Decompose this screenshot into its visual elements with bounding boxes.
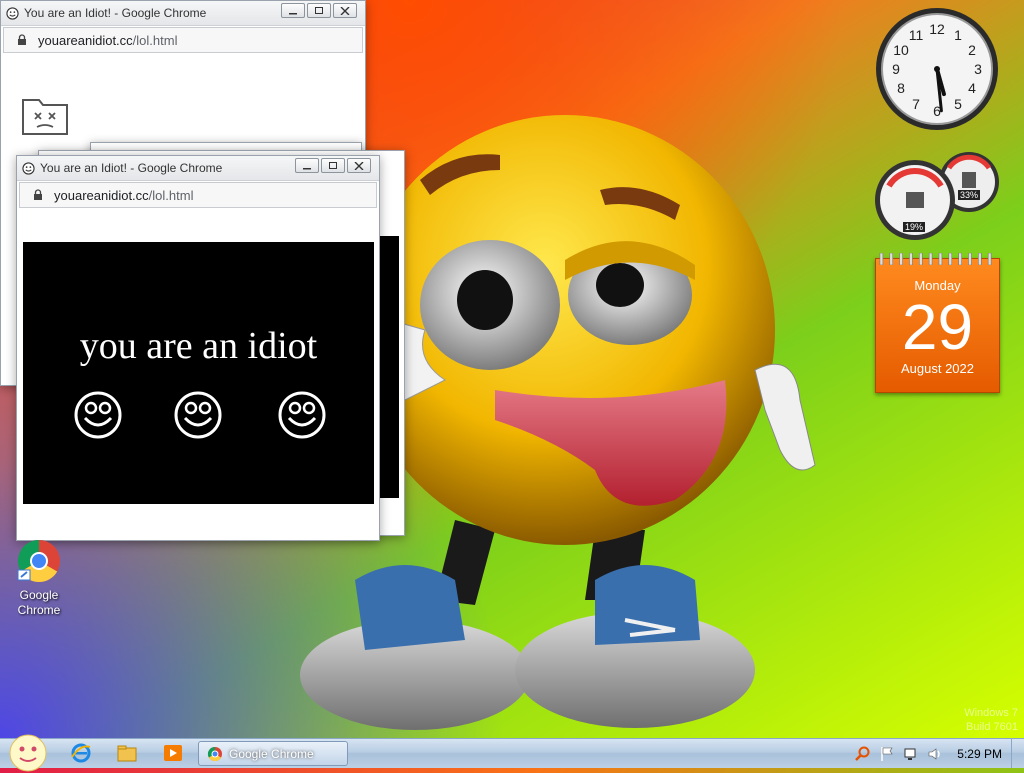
calendar-date: 29 bbox=[901, 291, 974, 363]
cpu-percent: 19% bbox=[903, 222, 926, 232]
window-title: You are an Idiot! - Google Chrome bbox=[40, 161, 223, 175]
taskbar-chrome-task[interactable]: Google Chrome bbox=[198, 741, 348, 766]
memory-chip-icon bbox=[962, 172, 976, 188]
titlebar[interactable]: You are an Idiot! - Google Chrome bbox=[17, 156, 379, 181]
memory-percent: 33% bbox=[958, 190, 981, 200]
cpu-chip-icon bbox=[906, 192, 924, 208]
taskbar-task-label: Google Chrome bbox=[229, 746, 314, 761]
search-icon[interactable] bbox=[855, 746, 871, 762]
system-tray: 5:29 PM bbox=[847, 739, 1024, 768]
calendar-month-year: August 2022 bbox=[900, 361, 974, 376]
url-text[interactable]: youareanidiot.cc/lol.html bbox=[38, 33, 177, 48]
svg-text:4: 4 bbox=[968, 80, 976, 96]
chrome-window-front[interactable]: You are an Idiot! - Google Chrome youare… bbox=[16, 155, 380, 541]
calendar-gadget[interactable]: Monday 29 August 2022 bbox=[875, 253, 1000, 393]
smiley-favicon-icon bbox=[22, 161, 35, 175]
close-button[interactable] bbox=[347, 158, 371, 173]
windows-watermark: Windows 7 Build 7601 bbox=[964, 707, 1018, 733]
cpu-meter-gadget[interactable] bbox=[873, 148, 1001, 240]
window-controls bbox=[281, 3, 357, 18]
smiley-face-icon bbox=[278, 391, 326, 439]
maximize-button[interactable] bbox=[321, 158, 345, 173]
svg-text:1: 1 bbox=[954, 27, 962, 43]
smiley-favicon-icon bbox=[6, 6, 19, 20]
desktop: You are an Idiot! - Google Chrome youare… bbox=[0, 0, 1024, 738]
lock-icon bbox=[18, 34, 26, 45]
taskbar-clock[interactable]: 5:29 PM bbox=[957, 747, 1002, 761]
idiot-message-screen: you are an idiot bbox=[23, 242, 374, 504]
smiley-face-icon bbox=[174, 391, 222, 439]
svg-text:7: 7 bbox=[912, 96, 920, 112]
taskbar: Google Chrome 5:29 PM bbox=[0, 734, 1024, 772]
minimize-icon bbox=[303, 167, 311, 169]
maximize-icon bbox=[315, 6, 323, 14]
svg-text:5: 5 bbox=[954, 96, 962, 112]
close-button[interactable] bbox=[333, 3, 357, 18]
media-player-icon[interactable] bbox=[162, 742, 184, 764]
address-bar[interactable]: youareanidiot.cc/lol.html bbox=[19, 182, 377, 208]
address-bar[interactable]: youareanidiot.cc/lol.html bbox=[3, 27, 363, 53]
window-title: You are an Idiot! - Google Chrome bbox=[24, 6, 207, 20]
calendar-rings bbox=[879, 253, 992, 265]
window-controls bbox=[295, 158, 371, 173]
stack-window-content bbox=[379, 236, 399, 498]
close-icon bbox=[354, 161, 364, 170]
minimize-button[interactable] bbox=[295, 158, 319, 173]
titlebar[interactable]: You are an Idiot! - Google Chrome bbox=[1, 1, 365, 26]
svg-text:11: 11 bbox=[909, 27, 924, 43]
idiot-message: you are an idiot bbox=[79, 325, 318, 367]
network-icon[interactable] bbox=[903, 746, 919, 762]
start-button[interactable] bbox=[8, 733, 48, 773]
sad-folder-icon bbox=[22, 99, 68, 135]
close-icon bbox=[340, 6, 350, 15]
url-text[interactable]: youareanidiot.cc/lol.html bbox=[54, 188, 193, 203]
show-desktop-button[interactable] bbox=[1011, 739, 1024, 768]
desktop-icon-label: Google Chrome bbox=[17, 588, 61, 617]
smiley-face-icon bbox=[74, 391, 122, 439]
internet-explorer-icon[interactable] bbox=[70, 742, 92, 764]
svg-text:10: 10 bbox=[893, 42, 909, 58]
svg-text:12: 12 bbox=[929, 21, 945, 37]
chrome-logo-icon bbox=[207, 746, 222, 761]
maximize-button[interactable] bbox=[307, 3, 331, 18]
minimize-button[interactable] bbox=[281, 3, 305, 18]
lock-icon bbox=[34, 189, 42, 200]
svg-text:3: 3 bbox=[974, 61, 982, 77]
svg-text:9: 9 bbox=[892, 61, 900, 77]
action-center-flag-icon[interactable] bbox=[879, 746, 895, 762]
svg-text:8: 8 bbox=[897, 80, 905, 96]
desktop-icon-google-chrome[interactable]: Google Chrome bbox=[10, 538, 68, 618]
clock-gadget[interactable]: 12 12 345 678 91011 bbox=[874, 6, 1000, 132]
file-explorer-icon[interactable] bbox=[116, 742, 138, 764]
maximize-icon bbox=[329, 161, 337, 169]
volume-icon[interactable] bbox=[927, 746, 943, 762]
chrome-logo-icon bbox=[17, 540, 60, 583]
minimize-icon bbox=[289, 12, 297, 14]
svg-text:2: 2 bbox=[968, 42, 976, 58]
